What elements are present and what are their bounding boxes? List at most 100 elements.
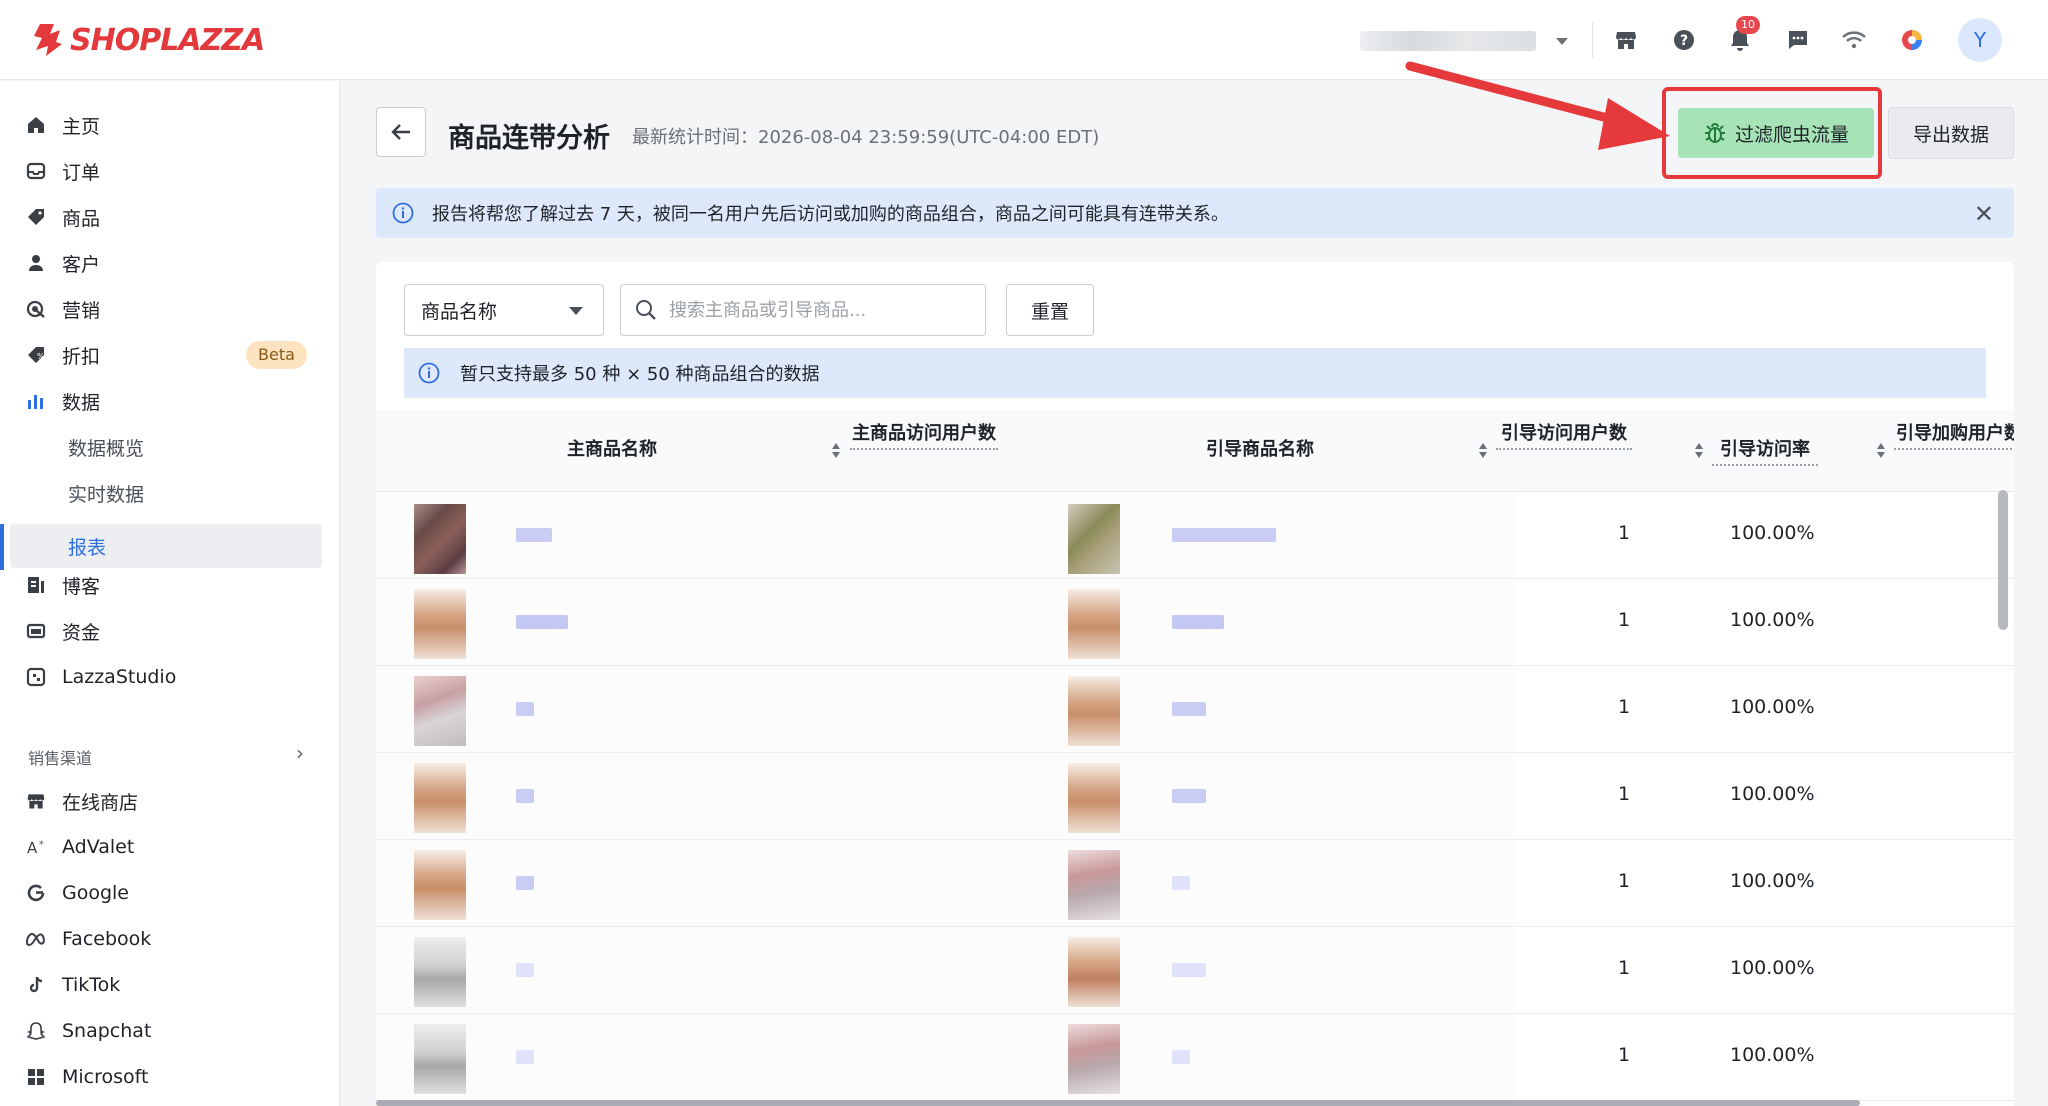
main-product-name-blurred [516,963,534,977]
studio-icon [24,665,48,689]
table-row[interactable]: 1 100.00% [376,666,2014,753]
guided-product-name-blurred [1172,1050,1190,1064]
info-icon [418,362,440,384]
table-row[interactable]: 1 100.00% [376,927,2014,1014]
chevron-right-icon[interactable]: › [296,741,304,765]
bar-chart-icon [24,389,48,413]
guided-rate-cell: 100.00% [1730,1044,1815,1066]
sidebar-item-blog[interactable]: 博客 [0,563,340,607]
main-product-name-blurred [516,702,534,716]
sidebar-item-label: AdValet [62,836,135,858]
arrow-left-icon [391,124,410,140]
row-blur-overlay [376,753,1514,839]
filter-bot-traffic-button[interactable]: 过滤爬虫流量 [1678,108,1874,158]
sidebar-item-marketing[interactable]: 营销 [0,287,340,331]
sidebar-item-reports[interactable]: 报表 [10,524,322,568]
sort-icon[interactable] [1478,442,1488,460]
notification-badge: 10 [1736,16,1760,34]
sidebar-item-customers[interactable]: 客户 [0,241,340,285]
sidebar-item-facebook[interactable]: Facebook [0,917,340,961]
guided-product-image [1068,937,1120,1007]
sidebar-item-label: Google [62,882,130,904]
sidebar-item-home[interactable]: 主页 [0,103,340,147]
sidebar-item-advalet[interactable]: A * AdValet [0,825,340,869]
sidebar-item-label: TikTok [62,974,121,996]
column-header-main-visitors[interactable]: 主商品访问用户数 [850,420,998,450]
horizontal-scrollbar[interactable] [376,1100,1860,1106]
sales-channels-title: 销售渠道 [28,749,93,768]
search-input[interactable] [669,295,969,325]
table-row[interactable]: 1 100.00% [376,840,2014,927]
table-row[interactable]: 1 100.00% [376,579,2014,666]
row-blur-overlay [376,927,1514,1013]
wifi-icon[interactable] [1838,24,1870,56]
main-product-name-blurred [516,1050,534,1064]
sidebar-item-label: Microsoft [62,1066,149,1088]
column-header-guided-product: 引导商品名称 [1206,439,1314,460]
guided-product-image [1068,850,1120,920]
sidebar-item-products[interactable]: 商品 [0,195,340,239]
sidebar-item-snapchat[interactable]: Snapchat [0,1009,340,1053]
sidebar-item-tiktok[interactable]: TikTok [0,963,340,1007]
sidebar-item-lazzastudio[interactable]: LazzaStudio [0,655,340,699]
sidebar-item-analytics[interactable]: 数据 [0,379,340,423]
sidebar-item-discounts[interactable]: % 折扣 Beta [0,333,340,377]
microsoft-icon [24,1065,48,1089]
chevron-down-icon [1556,37,1568,45]
sidebar-item-online-store[interactable]: 在线商店 [0,779,340,823]
main-product-image [414,676,466,746]
main-product-image [414,937,466,1007]
column-header-guided-rate[interactable]: 引导访问率 [1712,436,1818,466]
guided-rate-cell: 100.00% [1730,870,1815,892]
search-icon [636,300,656,320]
guided-product-name-blurred [1172,876,1190,890]
last-updated-time: 最新统计时间：2026-08-04 23:59:59(UTC-04:00 EDT… [632,127,1100,148]
sidebar-item-label: 博客 [62,575,101,598]
vertical-scrollbar[interactable] [1998,490,2008,630]
sidebar-item-google[interactable]: Google [0,871,340,915]
sidebar-item-label: 数据概览 [68,437,145,460]
guided-product-name-blurred [1172,702,1206,716]
color-palette-icon[interactable] [1896,24,1928,56]
reset-button[interactable]: 重置 [1006,284,1094,336]
annotation-arrow [1405,61,1670,150]
user-avatar[interactable]: Y [1958,18,2002,62]
table-row[interactable]: 1 100.00% [376,492,2014,579]
guided-rate-cell: 100.00% [1730,957,1815,979]
limit-notice-text: 暂只支持最多 50 种 × 50 种商品组合的数据 [460,364,820,385]
sidebar-item-label: Facebook [62,928,152,950]
guided-visitors-cell: 1 [1618,696,1631,718]
sidebar-item-microsoft[interactable]: Microsoft [0,1055,340,1099]
main-product-name-blurred [516,789,534,803]
export-data-button[interactable]: 导出数据 [1888,107,2014,159]
guided-rate-cell: 100.00% [1730,696,1815,718]
sort-icon[interactable] [1876,442,1886,460]
sort-icon[interactable] [1694,442,1704,460]
column-header-guided-visitors[interactable]: 引导访问用户数 [1496,420,1632,450]
main-product-image [414,504,466,574]
beta-badge: Beta [246,341,307,369]
message-icon[interactable] [1782,24,1814,56]
sidebar-item-label: 资金 [62,621,101,644]
active-indicator [0,524,4,570]
guided-visitors-cell: 1 [1618,870,1631,892]
search-box[interactable] [620,284,986,336]
shoplazza-logo[interactable]: SHOPLAZZA [32,22,265,58]
filter-field-select[interactable]: 商品名称 [404,284,604,336]
sidebar-item-data-overview[interactable]: 数据概览 [0,425,340,469]
sidebar-item-realtime-data[interactable]: 实时数据 [0,471,340,515]
top-bar: SHOPLAZZA ? 10 Y [0,0,2048,80]
blog-icon [24,573,48,597]
sidebar-item-finance[interactable]: 资金 [0,609,340,653]
close-icon[interactable]: ✕ [1974,200,1994,228]
back-button[interactable] [376,107,426,157]
sidebar-item-orders[interactable]: 订单 [0,149,340,193]
main-product-name-blurred [516,876,534,890]
row-blur-overlay [376,840,1514,926]
sort-icon[interactable] [831,442,841,460]
table-row[interactable]: 1 100.00% [376,753,2014,840]
guided-product-name-blurred [1172,528,1276,542]
column-header-guided-add-to-cart[interactable]: 引导加购用户数 [1894,420,2014,450]
table-row[interactable]: 1 100.00% [376,1014,2014,1101]
table-header: 主商品名称 主商品访问用户数 引导商品名称 引导访问用户数 引导访问率 引导加购… [376,410,2014,492]
